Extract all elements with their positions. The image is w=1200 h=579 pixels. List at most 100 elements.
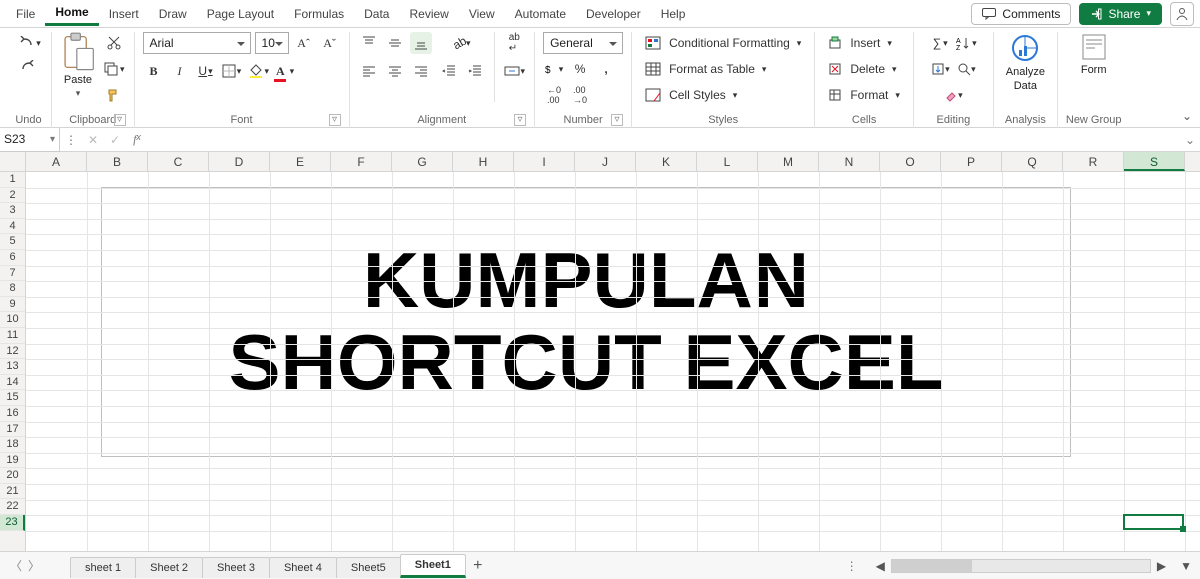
border-button[interactable]: ▾ (221, 60, 243, 82)
delete-cells-button[interactable]: Delete▾ (823, 58, 901, 80)
grow-font-button[interactable]: Aˆ (293, 32, 315, 54)
row-header-5[interactable]: 5 (0, 234, 25, 250)
font-size-select[interactable]: 10 (255, 32, 289, 54)
underline-button[interactable]: U▾ (195, 60, 217, 82)
row-header-10[interactable]: 10 (0, 312, 25, 328)
increase-indent-button[interactable] (464, 60, 486, 82)
row-header-17[interactable]: 17 (0, 422, 25, 438)
sheet-tab[interactable]: Sheet 4 (269, 557, 337, 578)
wrap-text-button[interactable]: ab↵ (503, 32, 525, 54)
analyze-data-button[interactable]: Analyze Data (1006, 32, 1045, 92)
tab-formulas[interactable]: Formulas (284, 3, 354, 25)
cells-area[interactable]: KUMPULAN SHORTCUT EXCEL (26, 172, 1200, 551)
font-name-select[interactable]: Arial (143, 32, 251, 54)
comma-button[interactable]: , (595, 58, 617, 80)
name-box[interactable]: S23▾ (0, 128, 60, 152)
sheet-tab[interactable]: Sheet 3 (202, 557, 270, 578)
alignment-launcher[interactable]: ▿ (514, 114, 526, 126)
select-all-corner[interactable] (0, 152, 26, 171)
redo-button[interactable] (18, 56, 40, 78)
form-button[interactable]: Form (1079, 32, 1109, 76)
row-header-13[interactable]: 13 (0, 359, 25, 375)
row-header-11[interactable]: 11 (0, 328, 25, 344)
row-header-19[interactable]: 19 (0, 453, 25, 469)
align-left-button[interactable] (358, 60, 380, 82)
sheet-tab[interactable]: sheet 1 (70, 557, 136, 578)
tab-review[interactable]: Review (399, 3, 458, 25)
increase-decimal-button[interactable]: ←0.00 (543, 84, 565, 106)
row-header-18[interactable]: 18 (0, 437, 25, 453)
tab-home[interactable]: Home (45, 1, 98, 26)
grid[interactable]: 1234567891011121314151617181920212223 KU… (0, 172, 1200, 551)
row-header-7[interactable]: 7 (0, 266, 25, 282)
align-center-button[interactable] (384, 60, 406, 82)
row-header-23[interactable]: 23 (0, 515, 25, 531)
column-header-S[interactable]: S (1124, 152, 1185, 171)
insert-cells-button[interactable]: Insert▾ (823, 32, 897, 54)
autosum-button[interactable]: ∑▾ (929, 32, 951, 54)
orientation-button[interactable]: ab▾ (451, 32, 473, 54)
row-header-21[interactable]: 21 (0, 484, 25, 500)
sheet-tab[interactable]: Sheet5 (336, 557, 401, 578)
row-header-1[interactable]: 1 (0, 172, 25, 188)
insert-function-button[interactable]: fx (126, 132, 148, 147)
sheet-tab[interactable]: Sheet 2 (135, 557, 203, 578)
format-cells-button[interactable]: Format▾ (823, 84, 905, 106)
scroll-right-button[interactable]: ▶ (1151, 559, 1172, 573)
tab-automate[interactable]: Automate (505, 3, 576, 25)
column-header-H[interactable]: H (453, 152, 514, 171)
floating-textbox[interactable]: KUMPULAN SHORTCUT EXCEL (101, 187, 1071, 457)
row-header-6[interactable]: 6 (0, 250, 25, 266)
conditional-formatting-button[interactable]: Conditional Formatting▾ (640, 32, 806, 54)
undo-button[interactable]: ▾ (15, 32, 42, 54)
font-launcher[interactable]: ▿ (329, 114, 341, 126)
italic-button[interactable]: I (169, 60, 191, 82)
tab-insert[interactable]: Insert (99, 3, 149, 25)
paste-button[interactable]: Paste ▾ (60, 32, 96, 99)
row-header-8[interactable]: 8 (0, 281, 25, 297)
font-color-button[interactable]: A▾ (274, 60, 296, 82)
row-header-22[interactable]: 22 (0, 499, 25, 515)
column-header-L[interactable]: L (697, 152, 758, 171)
tab-data[interactable]: Data (354, 3, 399, 25)
align-bottom-button[interactable] (410, 32, 432, 54)
enter-formula-button[interactable]: ✓ (104, 133, 126, 147)
percent-button[interactable]: % (569, 58, 591, 80)
row-header-15[interactable]: 15 (0, 390, 25, 406)
horizontal-scrollbar[interactable] (891, 559, 1151, 573)
column-header-J[interactable]: J (575, 152, 636, 171)
column-header-A[interactable]: A (26, 152, 87, 171)
column-header-K[interactable]: K (636, 152, 697, 171)
number-launcher[interactable]: ▿ (611, 114, 623, 126)
align-top-button[interactable] (358, 32, 380, 54)
column-header-C[interactable]: C (148, 152, 209, 171)
sheet-tab[interactable]: Sheet1 (400, 554, 466, 578)
clear-button[interactable]: ▾ (942, 84, 964, 106)
merge-button[interactable]: ▾ (503, 60, 527, 82)
row-header-14[interactable]: 14 (0, 375, 25, 391)
column-header-G[interactable]: G (392, 152, 453, 171)
cut-button[interactable] (103, 32, 125, 54)
sort-filter-button[interactable]: AZ▾ (955, 32, 978, 54)
cancel-formula-button[interactable]: ✕ (82, 133, 104, 147)
tab-page-layout[interactable]: Page Layout (197, 3, 284, 25)
fill-button[interactable]: ▾ (929, 58, 951, 80)
cell-styles-button[interactable]: Cell Styles▾ (640, 84, 742, 106)
decrease-decimal-button[interactable]: .00→0 (569, 84, 591, 106)
decrease-indent-button[interactable] (438, 60, 460, 82)
column-header-Q[interactable]: Q (1002, 152, 1063, 171)
row-header-12[interactable]: 12 (0, 344, 25, 360)
add-sheet-button[interactable]: + (465, 557, 491, 575)
align-middle-button[interactable] (384, 32, 406, 54)
format-painter-button[interactable] (103, 84, 125, 106)
format-as-table-button[interactable]: Format as Table▾ (640, 58, 771, 80)
row-header-16[interactable]: 16 (0, 406, 25, 422)
sheet-options-button[interactable]: ⋮ (836, 559, 870, 573)
column-header-O[interactable]: O (880, 152, 941, 171)
sheet-nav-prev[interactable]: 〈 (10, 557, 22, 574)
row-header-2[interactable]: 2 (0, 188, 25, 204)
column-header-N[interactable]: N (819, 152, 880, 171)
find-button[interactable]: ▾ (955, 58, 977, 80)
column-header-F[interactable]: F (331, 152, 392, 171)
scroll-left-button[interactable]: ◀ (870, 559, 891, 573)
